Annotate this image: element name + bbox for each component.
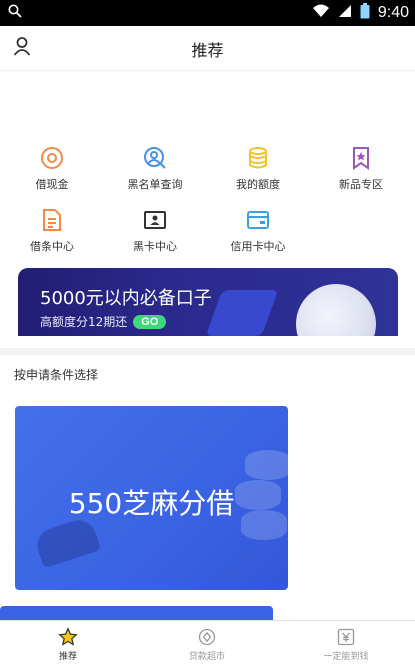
banner-subtitle: 高额度分12期还: [40, 315, 128, 329]
app-header: 推荐: [0, 26, 415, 71]
grid-item-my-credit[interactable]: 我的额度: [208, 146, 308, 192]
tab-label: 贷款超市: [188, 652, 225, 662]
grid-item-label: 借现金: [35, 178, 69, 191]
banner-subtitle-row: 高额度分12期还 GO: [40, 313, 167, 330]
grid-item-label: 借条中心: [30, 240, 74, 253]
coin-circle-icon: [198, 628, 216, 646]
status-time: 9:40: [377, 4, 409, 21]
grid-item-iou-center[interactable]: 借条中心: [2, 208, 102, 254]
banner-title: 5000元以内必备口子: [40, 288, 212, 309]
section-title: 按申请条件选择: [14, 368, 99, 382]
search-user-icon: [144, 147, 166, 169]
page-title: 推荐: [191, 41, 224, 60]
tab-guaranteed-money[interactable]: 一定能到钱: [296, 627, 396, 662]
tab-label: 一定能到钱: [323, 652, 369, 662]
grid-item-label: 黑名单查询: [127, 178, 183, 191]
bottom-tab-bar: 推荐 贷款超市 一定能到钱: [0, 620, 415, 668]
promo-banner[interactable]: 5000元以内必备口子 高额度分12期还 GO: [18, 268, 398, 336]
status-bar: 9:40: [0, 0, 415, 26]
grid-item-new-products[interactable]: 新品专区: [311, 146, 411, 192]
search-icon: [8, 4, 22, 22]
yen-icon: [337, 628, 355, 646]
car-decoration: [32, 515, 102, 569]
star-icon: [58, 627, 78, 646]
coin-stack-icon: [249, 147, 267, 169]
battery-icon: [360, 3, 370, 23]
section-divider: [0, 348, 415, 355]
grid-item-blacklist[interactable]: 黑名单查询: [105, 146, 205, 192]
grid-item-label: 我的额度: [236, 178, 280, 191]
grid-item-label: 新品专区: [339, 178, 383, 191]
wifi-icon: [312, 4, 330, 22]
product-card[interactable]: 550芝麻分借: [15, 406, 288, 590]
go-button[interactable]: GO: [133, 314, 167, 329]
grid-item-label: 信用卡中心: [230, 240, 286, 253]
banner-shape-decoration: [205, 290, 279, 336]
grid-item-black-card[interactable]: 黑卡中心: [105, 208, 205, 254]
bookmark-icon: [353, 147, 369, 170]
tab-loan-market[interactable]: 贷款超市: [157, 627, 257, 662]
document-icon: [43, 209, 61, 231]
credit-card-icon: [247, 211, 269, 229]
signal-icon: [338, 4, 352, 22]
grid-item-label: 黑卡中心: [133, 240, 177, 253]
grid-item-borrow-cash[interactable]: 借现金: [2, 146, 102, 192]
card-title: 550芝麻分借: [68, 487, 235, 520]
tab-recommend[interactable]: 推荐: [18, 627, 118, 662]
tab-label: 推荐: [58, 652, 77, 662]
coin-target-icon: [41, 147, 63, 169]
id-card-icon: [144, 211, 166, 229]
grid-item-credit-card[interactable]: 信用卡中心: [208, 208, 308, 254]
moon-decoration: [296, 284, 376, 336]
